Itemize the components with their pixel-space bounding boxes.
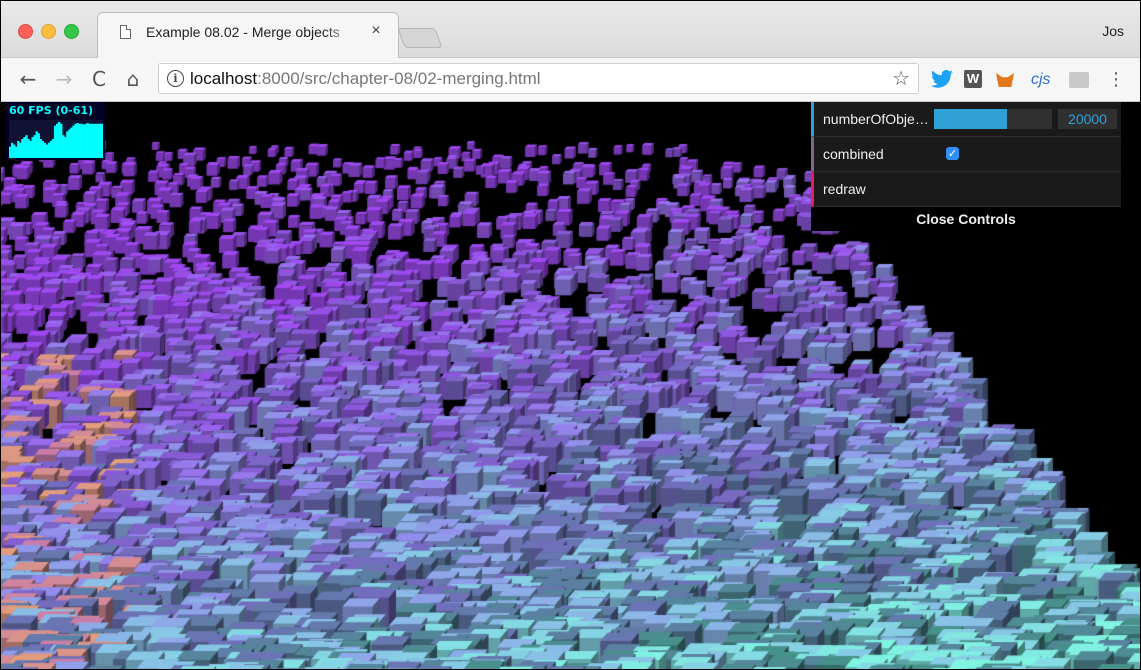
fps-bar [62,135,65,158]
fps-bar [47,142,51,158]
url-path: :8000/src/chapter-08/02-merging.html [257,69,541,88]
url-text[interactable]: localhost:8000/src/chapter-08/02-merging… [190,69,541,89]
reload-button[interactable]: C [86,66,112,92]
number-of-objects-control: numberOfObje… 20000 [811,102,1121,137]
fps-bar [31,137,34,158]
bookmark-star-icon[interactable]: ☆ [892,66,910,90]
fps-bar [82,124,85,158]
w-icon[interactable]: W [964,70,982,88]
redraw-label: redraw [823,181,866,197]
fps-bar [68,129,71,158]
fps-bar [45,144,49,158]
profile-name[interactable]: Jos [1102,23,1124,39]
fps-bar [58,121,61,158]
fps-bar [72,125,75,158]
fps-graph [9,120,103,158]
tab-title: Example 08.02 - Merge objects [146,24,340,40]
fps-bar [92,123,96,158]
fps-bar [53,125,57,158]
minimize-window-button[interactable] [41,24,56,39]
fps-bar [80,123,83,158]
twitter-icon[interactable] [931,69,953,91]
fps-label: 60 FPS (0-61) [9,104,94,117]
cjs-icon[interactable]: cjs [1031,69,1057,91]
menu-icon[interactable]: ⋮ [1107,69,1125,91]
fps-bar [17,140,20,158]
number-of-objects-slider[interactable] [934,109,1052,129]
fps-bar [29,140,32,158]
fps-bar [23,137,26,158]
back-button[interactable]: ← [15,66,41,92]
fps-bar [43,142,47,158]
fps-bar [100,123,103,158]
home-button[interactable]: ⌂ [120,66,146,92]
tab-strip: Example 08.02 - Merge objects × Jos [1,1,1140,58]
fps-bar [11,142,14,158]
fps-bar [19,142,22,158]
address-bar[interactable]: i localhost:8000/src/chapter-08/02-mergi… [158,63,919,94]
fps-bar [39,139,42,158]
slider-fill [934,109,1008,129]
fps-bar [98,123,102,158]
fps-bar [84,123,87,158]
fps-bar [37,133,40,158]
extension-icon[interactable] [1069,72,1089,88]
combined-checkbox[interactable]: ✓ [946,147,959,160]
number-of-objects-label: numberOfObje… [823,111,929,127]
maximize-window-button[interactable] [64,24,79,39]
fps-bar [78,123,81,158]
fps-bar [96,123,100,158]
fox-icon[interactable] [996,73,1014,87]
fps-bar [13,144,16,158]
combined-label: combined [823,146,884,162]
page-icon [120,25,131,39]
fps-bar [25,135,28,158]
fps-bar [41,140,45,158]
fps-bar [60,123,63,158]
fps-bar [90,123,94,158]
fps-bar [51,139,55,158]
combined-control: combined ✓ [811,137,1121,172]
browser-toolbar: ← → C ⌂ i localhost:8000/src/chapter-08/… [1,58,1140,102]
fps-bar [86,123,89,158]
close-window-button[interactable] [18,24,33,39]
fps-bar [74,123,77,158]
site-info-icon[interactable]: i [167,70,184,87]
fps-bar [21,139,24,158]
fps-bar [15,146,18,158]
tab-close-icon[interactable]: × [368,21,384,41]
fps-bar [35,131,38,158]
fps-bar [33,135,36,158]
browser-window: Example 08.02 - Merge objects × Jos ← → … [0,0,1141,670]
fps-bar [27,139,30,158]
fps-bar [70,127,73,158]
redraw-button[interactable]: redraw [811,172,1121,207]
number-of-objects-input[interactable]: 20000 [1058,109,1117,129]
fps-stats-panel[interactable]: 60 FPS (0-61) [5,102,105,160]
webgl-viewport[interactable]: 60 FPS (0-61) numberOfObje… 20000 combin… [1,102,1140,669]
forward-button[interactable]: → [51,66,77,92]
browser-tab[interactable]: Example 08.02 - Merge objects × [97,12,399,58]
fps-bar [9,146,12,158]
fps-bar [88,123,92,158]
new-tab-button[interactable] [397,28,443,48]
fps-bar [49,140,53,158]
fps-bar [64,137,67,158]
fps-bar [56,123,59,158]
fps-bar [76,123,79,158]
url-host: localhost [190,69,258,88]
fps-bar [94,123,98,158]
close-controls-button[interactable]: Close Controls [811,207,1121,231]
fps-bar [66,131,69,158]
controls-panel: numberOfObje… 20000 combined ✓ redraw Cl… [811,102,1121,231]
